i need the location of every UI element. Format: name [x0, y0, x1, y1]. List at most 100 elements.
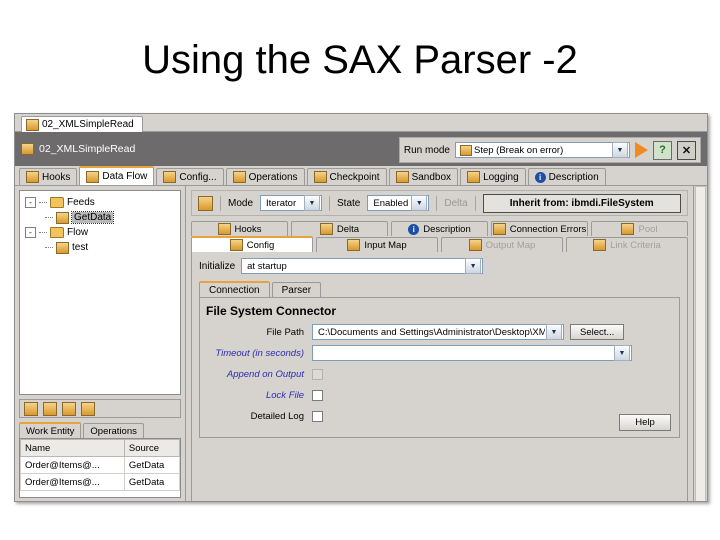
- expander-icon[interactable]: -: [25, 197, 36, 208]
- subtab-input-map[interactable]: Input Map: [316, 237, 438, 252]
- help-button-wrap: Help: [619, 414, 671, 431]
- timeout-label: Timeout (in seconds): [215, 347, 304, 359]
- inner-tab-parser[interactable]: Parser: [271, 282, 322, 297]
- column-header[interactable]: Source: [123, 439, 181, 457]
- left-tab-label: Operations: [90, 425, 137, 437]
- delete-icon[interactable]: [43, 401, 57, 416]
- slide-root: Using the SAX Parser -2 02_XMLSimpleRead…: [0, 0, 720, 540]
- run-mode-label: Run mode: [403, 144, 450, 156]
- work-entity-grid[interactable]: Name Source Order@Items@... GetData Order@I…: [19, 438, 181, 498]
- assemblyline-title-label: 02_XMLSimpleRead: [39, 143, 136, 155]
- tree-node-test[interactable]: test: [23, 240, 177, 255]
- subtab-connection-errors[interactable]: Connection Errors: [491, 221, 588, 236]
- select-file-button[interactable]: Select...: [570, 324, 625, 340]
- script-icon: [56, 241, 69, 254]
- tab-label: Checkpoint: [329, 171, 380, 183]
- divider: [474, 195, 476, 211]
- tree-node-flow[interactable]: - Flow: [23, 225, 177, 240]
- divider: [329, 195, 331, 211]
- folder-icon: [50, 227, 64, 238]
- sandbox-icon: [395, 171, 409, 183]
- document-tab-label: 02_XMLSimpleRead: [42, 119, 134, 130]
- timeout-row: Timeout (in seconds) ▼: [206, 344, 671, 362]
- help-button[interactable]: Help: [619, 414, 671, 431]
- table-cell: Order@Items@...: [20, 456, 125, 474]
- initialize-select[interactable]: at startup ▼: [241, 258, 484, 274]
- table-cell: GetData: [123, 456, 181, 474]
- stop-close-button[interactable]: ✕: [677, 140, 696, 160]
- subtab-output-map: Output Map: [441, 237, 563, 252]
- add-attribute-icon[interactable]: [24, 401, 38, 416]
- tab-label: Logging: [483, 171, 519, 183]
- tab-data-flow[interactable]: Data Flow: [79, 166, 155, 185]
- subtab-delta[interactable]: Delta: [291, 221, 388, 236]
- file-path-label: File Path: [266, 326, 305, 338]
- tab-logging[interactable]: Logging: [460, 168, 526, 185]
- help-icon-button[interactable]: ?: [653, 140, 672, 160]
- tree-node-label: Flow: [67, 227, 89, 238]
- tab-hooks[interactable]: Hooks: [19, 168, 78, 185]
- lock-file-row: Lock File: [206, 386, 671, 404]
- subtab-label: Connection Errors: [509, 223, 587, 235]
- tab-sandbox[interactable]: Sandbox: [388, 168, 459, 185]
- assemblyline-icon: [21, 143, 34, 155]
- tab-label: Hooks: [42, 171, 71, 183]
- application-window: 02_XMLSimpleRead 02_XMLSimpleRead Run mo…: [14, 113, 708, 502]
- tab-operations[interactable]: Operations: [225, 168, 305, 185]
- linkcriteria-icon: [593, 239, 607, 251]
- rename-icon[interactable]: [62, 401, 76, 416]
- assemblyline-icon: [26, 118, 39, 131]
- hooks-icon: [26, 171, 39, 183]
- column-header[interactable]: Name: [20, 439, 125, 457]
- run-button[interactable]: [635, 142, 648, 158]
- left-panel: - Feeds GetData - Flow test Work Entity Operat…: [15, 186, 186, 501]
- help-icon: ?: [659, 144, 666, 156]
- left-tab-work-entity[interactable]: Work Entity: [19, 422, 82, 438]
- table-row[interactable]: Order@Items@... GetData: [20, 456, 181, 474]
- run-mode-select[interactable]: Step (Break on error) ▼: [455, 142, 630, 158]
- subtab-label: Input Map: [364, 239, 407, 251]
- tree-node-label: Feeds: [67, 197, 95, 208]
- tree-node-getdata[interactable]: GetData: [23, 210, 177, 225]
- file-path-value: C:\Documents and Settings\Administrator\…: [318, 326, 545, 338]
- connector-sub-tabs: Hooks Delta i Description Connection Errors P…: [191, 220, 688, 252]
- subtab-label: Link Criteria: [610, 239, 661, 251]
- timeout-input[interactable]: ▼: [312, 345, 632, 361]
- state-select[interactable]: Enabled ▼: [367, 195, 430, 211]
- assemblyline-title: 02_XMLSimpleRead: [21, 143, 135, 155]
- file-path-input[interactable]: C:\Documents and Settings\Administrator\…: [312, 324, 564, 340]
- connection-parser-tabs: Connection Parser: [199, 281, 680, 297]
- subtab-description[interactable]: i Description: [391, 221, 488, 236]
- tree-node-feeds[interactable]: - Feeds: [23, 195, 177, 210]
- config-icon: [163, 171, 177, 183]
- checkpoint-icon: [313, 171, 327, 183]
- chevron-down-icon: ▼: [546, 324, 562, 340]
- lock-file-checkbox[interactable]: [312, 389, 323, 401]
- subtab-config[interactable]: Config: [191, 236, 313, 252]
- tab-config[interactable]: Config...: [156, 168, 224, 185]
- document-tab-02-xmlsimpleread[interactable]: 02_XMLSimpleRead: [21, 116, 143, 132]
- file-system-connector-form: File System Connector File Path C:\Docum…: [199, 297, 680, 438]
- run-mode-value: Step (Break on error): [474, 144, 564, 156]
- table-row[interactable]: Order@Items@... GetData: [20, 473, 181, 491]
- mode-select[interactable]: Iterator ▼: [260, 195, 323, 211]
- initialize-value: at startup: [247, 260, 287, 272]
- left-tab-operations[interactable]: Operations: [83, 423, 144, 438]
- left-toolbar: [19, 399, 181, 418]
- inherit-from-button[interactable]: Inherit from: ibmdi.FileSystem: [482, 193, 681, 213]
- delta-label: Delta: [444, 197, 468, 209]
- expander-icon[interactable]: -: [25, 227, 36, 238]
- subtab-hooks[interactable]: Hooks: [191, 221, 288, 236]
- scrollbar-track[interactable]: [695, 186, 706, 501]
- inner-tab-label: Connection: [209, 284, 260, 296]
- detailed-log-checkbox[interactable]: [312, 410, 323, 422]
- table-header-row: Name Source: [20, 439, 181, 457]
- vertical-scrollbar[interactable]: [693, 186, 707, 501]
- inner-tab-connection[interactable]: Connection: [199, 281, 270, 297]
- tab-description[interactable]: i Description: [527, 168, 606, 185]
- tab-checkpoint[interactable]: Checkpoint: [306, 168, 387, 185]
- state-value: Enabled: [373, 197, 409, 209]
- tab-label: Sandbox: [411, 171, 452, 183]
- schema-icon[interactable]: [81, 401, 95, 416]
- connector-icon: [198, 195, 213, 211]
